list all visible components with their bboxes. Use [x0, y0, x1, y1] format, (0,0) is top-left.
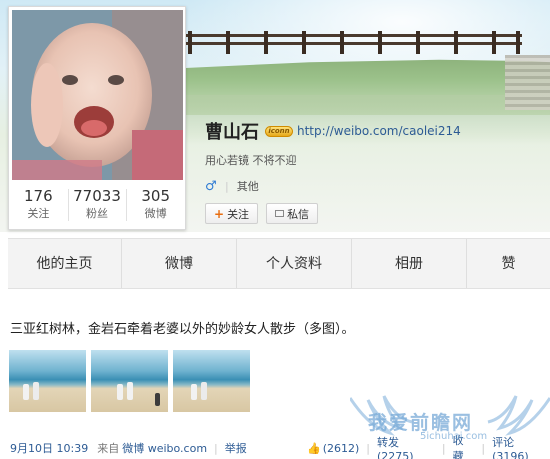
male-gender-icon: ♂ — [205, 178, 217, 194]
comment-link[interactable]: 评论(3196) — [492, 434, 550, 459]
post-source-link[interactable]: 微博 weibo.com — [122, 440, 207, 456]
wooden-fence — [186, 31, 522, 54]
footer-divider: | — [441, 441, 446, 455]
plus-icon: + — [214, 206, 225, 221]
follow-button[interactable]: + 关注 — [205, 203, 259, 224]
stat-following-label: 关注 — [27, 207, 50, 220]
photo-figure — [127, 382, 133, 400]
stats-bar: 176 关注 77033 粉丝 305 微博 — [9, 185, 185, 227]
follow-label: 关注 — [227, 207, 250, 221]
baby-photo — [12, 10, 183, 180]
post-photo-3[interactable] — [173, 350, 250, 412]
mail-icon — [275, 210, 285, 217]
photo-figure — [201, 382, 207, 400]
profile-bio: 用心若镜 不将不迎 — [205, 154, 297, 167]
stat-followers-count: 77033 — [73, 187, 121, 205]
photo-figure — [191, 384, 197, 400]
thumbs-up-icon[interactable]: 👍 — [307, 442, 321, 455]
message-button[interactable]: 私信 — [266, 203, 319, 224]
tab-profile[interactable]: 个人资料 — [237, 239, 352, 288]
source-prefix: 来自 — [97, 442, 120, 455]
tab-album[interactable]: 相册 — [352, 239, 467, 288]
tab-home[interactable]: 他的主页 — [8, 239, 122, 288]
stat-following-count: 176 — [24, 187, 53, 205]
photo-figure — [23, 384, 29, 400]
post-text: 三亚红树林，金岩石牵着老婆以外的妙龄女人散步（多图）。 — [10, 322, 355, 337]
message-label: 私信 — [287, 207, 310, 221]
stat-followers-label: 粉丝 — [86, 207, 108, 220]
meta-divider: | — [225, 179, 229, 193]
post-photo-2[interactable] — [91, 350, 168, 412]
footer-divider: | — [481, 441, 486, 455]
post-date-link[interactable]: 9月10日 10:39 — [10, 440, 88, 456]
avatar[interactable] — [12, 10, 183, 180]
profile-tabs: 他的主页 微博 个人资料 相册 赞 — [8, 238, 550, 289]
photo-figure — [33, 382, 39, 400]
name-row: 曹山石 iconn http://weibo.com/caolei214 — [205, 118, 545, 144]
footer-divider: | — [366, 441, 370, 455]
post-meta: 9月10日 10:39 来自 微博 weibo.com | 举报 — [10, 440, 247, 456]
profile-location: 其他 — [236, 180, 259, 193]
vip-badge-icon[interactable]: iconn — [265, 125, 293, 137]
profile-url-link[interactable]: http://weibo.com/caolei214 — [297, 124, 461, 138]
photo-figure — [117, 384, 123, 400]
tab-weibo[interactable]: 微博 — [122, 239, 237, 288]
like-count[interactable]: (2612) — [323, 442, 360, 455]
post-thumbnails — [9, 350, 250, 412]
stat-posts-label: 微博 — [144, 207, 167, 220]
report-link[interactable]: 举报 — [225, 440, 247, 456]
meta-row: ♂ | 其他 — [205, 178, 545, 194]
stat-following[interactable]: 176 关注 — [9, 185, 68, 227]
tab-likes[interactable]: 赞 — [467, 239, 550, 288]
footer-divider: | — [214, 441, 218, 455]
profile-actions: + 关注 私信 — [205, 203, 545, 224]
post-photo-1[interactable] — [9, 350, 86, 412]
photo-figure — [155, 393, 160, 406]
stat-followers[interactable]: 77033 粉丝 — [67, 185, 127, 227]
profile-name: 曹山石 — [205, 122, 259, 143]
stone-steps — [505, 55, 550, 110]
stat-posts[interactable]: 305 微博 — [126, 185, 185, 227]
profile-info: 曹山石 iconn http://weibo.com/caolei214 用心若… — [205, 118, 545, 224]
avatar-card: 176 关注 77033 粉丝 305 微博 — [8, 6, 186, 230]
watermark-subtext: 5ichuhai.com — [420, 431, 488, 442]
stat-posts-count: 305 — [141, 187, 170, 205]
